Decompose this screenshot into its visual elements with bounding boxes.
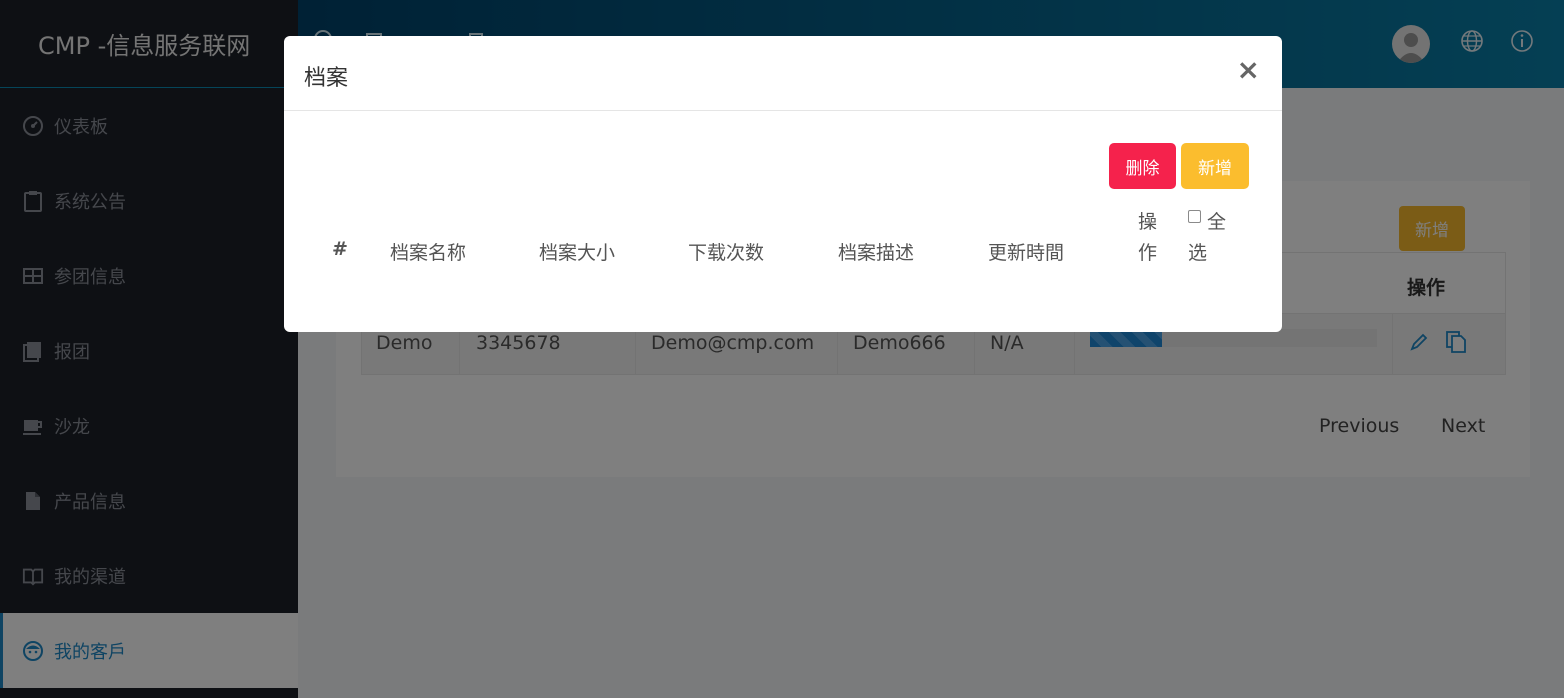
column-header-download-count: 下载次数 xyxy=(688,242,765,264)
select-all: 全 选 xyxy=(1188,207,1226,269)
column-header-actions-line2: 作 xyxy=(1138,242,1158,264)
column-header-file-name: 档案名称 xyxy=(390,242,467,264)
column-header-index: # xyxy=(332,238,348,260)
modal-title: 档案 xyxy=(304,66,349,91)
close-icon[interactable]: × xyxy=(1237,56,1260,84)
modal-header: 档案 × xyxy=(284,36,1282,111)
column-header-actions-line1: 操 xyxy=(1138,211,1158,233)
column-header-updated-time: 更新時間 xyxy=(988,242,1065,264)
column-header-file-size: 档案大小 xyxy=(539,242,616,264)
column-header-description: 档案描述 xyxy=(838,242,915,264)
select-all-label-line1: 全 xyxy=(1207,211,1227,233)
column-header-actions: 操 作 xyxy=(1138,207,1157,269)
delete-button[interactable]: 删除 xyxy=(1109,143,1176,189)
archive-modal: 档案 × 删除 新增 # 档案名称 档案大小 下载次数 档案描述 更新時間 操 … xyxy=(284,36,1282,332)
add-button[interactable]: 新增 xyxy=(1181,143,1249,189)
select-all-label-line2: 选 xyxy=(1188,242,1208,264)
select-all-checkbox[interactable] xyxy=(1188,210,1201,223)
